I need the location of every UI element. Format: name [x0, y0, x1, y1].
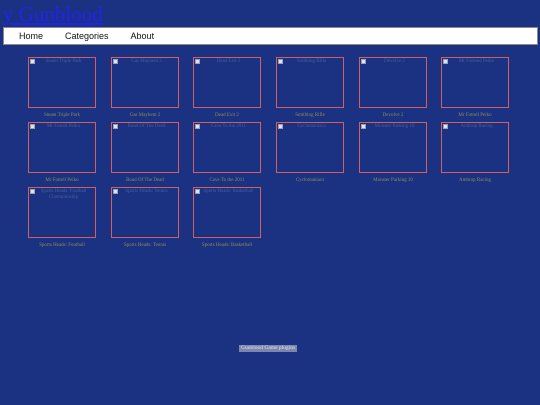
- nav-item-categories[interactable]: Categories: [65, 28, 109, 44]
- game-thumbnail[interactable]: Sports Heads: Tennis: [111, 187, 179, 238]
- game-tile: Smithing Rifle Smithing Rifle: [276, 57, 359, 119]
- game-title-link[interactable]: Smithing Rifle: [276, 112, 344, 119]
- game-thumbnail[interactable]: Gas Mayhem 2: [111, 57, 179, 108]
- broken-image-icon: [278, 59, 283, 64]
- top-navigation-bar: Home Categories About: [3, 27, 538, 45]
- game-tile: Cave To the 2011 Cave To the 2011: [193, 122, 276, 184]
- game-thumbnail[interactable]: Smithing Rifle: [276, 57, 344, 108]
- thumbnail-alt-text: Dead Exit 2: [216, 59, 241, 64]
- game-title-link[interactable]: Mr Fotrell Peiko: [28, 177, 96, 184]
- game-thumbnail[interactable]: Cyclomaniacs: [276, 122, 344, 173]
- nav-item-about[interactable]: About: [131, 28, 155, 44]
- game-title-link[interactable]: Dead Exit 2: [193, 112, 261, 119]
- game-tile: Mr Fotrell Peiko Mr Fotrell Peiko: [28, 122, 111, 184]
- game-tile: Sports Heads: Tennis Sports Heads: Tenni…: [111, 187, 194, 249]
- broken-image-icon: [195, 124, 200, 129]
- game-title-link[interactable]: Devolve 2: [359, 112, 427, 119]
- game-thumbnail[interactable]: Sports Heads: Football Championship: [28, 187, 96, 238]
- game-tile: Mr Formed Peiko Mr Fotrell Peiko: [441, 57, 524, 119]
- game-title-link[interactable]: Ambrop Racing: [441, 177, 509, 184]
- thumbnail-alt-text: Road Of The Dead: [127, 124, 166, 129]
- game-thumbnail[interactable]: Cave To the 2011: [193, 122, 261, 173]
- broken-image-icon: [361, 59, 366, 64]
- site-title-link[interactable]: y Gunblood: [3, 3, 103, 25]
- thumbnail-alt-text: Devolve 2: [384, 59, 405, 64]
- thumbnail-alt-text: Cyclomaniacs: [297, 124, 326, 129]
- game-thumbnail[interactable]: Steam Triple Park: [28, 57, 96, 108]
- thumbnail-alt-text: Smithing Rifle: [296, 59, 327, 64]
- game-tile: Gas Mayhem 2 Gas Mayhem 2: [111, 57, 194, 119]
- game-thumbnail[interactable]: Mr Fotrell Peiko: [28, 122, 96, 173]
- game-thumbnail[interactable]: Sports Heads: Basketball: [193, 187, 261, 238]
- broken-image-icon: [195, 189, 200, 194]
- broken-image-icon: [195, 59, 200, 64]
- game-title-link[interactable]: Road Of The Dead: [111, 177, 179, 184]
- thumbnail-alt-text: Ambrop Racing: [460, 124, 493, 129]
- broken-image-icon: [361, 124, 366, 129]
- thumbnail-alt-text: Mr Formed Peiko: [458, 59, 495, 64]
- game-thumbnail[interactable]: Devolve 2: [359, 57, 427, 108]
- game-tile: Cyclomaniacs Cyclomaniacs: [276, 122, 359, 184]
- game-title-link[interactable]: Gas Mayhem 2: [111, 112, 179, 119]
- broken-image-icon: [113, 124, 118, 129]
- broken-image-icon: [30, 189, 35, 194]
- game-title-link[interactable]: Mr Fotrell Peiko: [441, 112, 509, 119]
- broken-image-icon: [278, 124, 283, 129]
- game-thumbnail[interactable]: Ambrop Racing: [441, 122, 509, 173]
- game-tile: Monster Parking 10 Monster Parking 10: [359, 122, 442, 184]
- game-title-link[interactable]: Steam Triple Park: [28, 112, 96, 119]
- game-tile: Road Of The Dead Road Of The Dead: [111, 122, 194, 184]
- game-title-link[interactable]: Cave To the 2011: [193, 177, 261, 184]
- thumbnail-alt-text: Sports Heads: Football Championship: [40, 189, 87, 200]
- thumbnail-alt-text: Gas Mayhem 2: [131, 59, 162, 64]
- game-tile: Sports Heads: Football Championship Spor…: [28, 187, 111, 249]
- game-tile: Dead Exit 2 Dead Exit 2: [193, 57, 276, 119]
- footer-plugins-link[interactable]: Gunblood Game plugins: [239, 345, 298, 352]
- thumbnail-alt-text: Sports Heads: Tennis: [125, 189, 168, 194]
- broken-image-icon: [113, 189, 118, 194]
- game-thumbnail[interactable]: Road Of The Dead: [111, 122, 179, 173]
- thumbnail-alt-text: Steam Triple Park: [45, 59, 82, 64]
- site-title-text: y Gunblood: [3, 2, 103, 26]
- broken-image-icon: [30, 124, 35, 129]
- game-tile: Steam Triple Park Steam Triple Park: [28, 57, 111, 119]
- broken-image-icon: [30, 59, 35, 64]
- game-title-link[interactable]: Sports Heads: Tennis: [111, 242, 179, 249]
- broken-image-icon: [443, 124, 448, 129]
- game-title-link[interactable]: Sports Heads: Football: [28, 242, 96, 249]
- game-title-link[interactable]: Sports Heads: Basketball: [193, 242, 261, 249]
- thumbnail-alt-text: Cave To the 2011: [210, 124, 247, 129]
- game-title-link[interactable]: Cyclomaniacs: [276, 177, 344, 184]
- game-tile: Devolve 2 Devolve 2: [359, 57, 442, 119]
- game-thumbnail[interactable]: Monster Parking 10: [359, 122, 427, 173]
- game-tile: Ambrop Racing Ambrop Racing: [441, 122, 524, 184]
- game-tile: Sports Heads: Basketball Sports Heads: B…: [193, 187, 276, 249]
- broken-image-icon: [113, 59, 118, 64]
- thumbnail-alt-text: Monster Parking 10: [374, 124, 415, 129]
- thumbnail-alt-text: Mr Fotrell Peiko: [46, 124, 81, 129]
- game-thumbnail[interactable]: Dead Exit 2: [193, 57, 261, 108]
- broken-image-icon: [443, 59, 448, 64]
- nav-item-home[interactable]: Home: [19, 28, 43, 44]
- game-title-link[interactable]: Monster Parking 10: [359, 177, 427, 184]
- game-thumbnail[interactable]: Mr Formed Peiko: [441, 57, 509, 108]
- thumbnail-alt-text: Sports Heads: Basketball: [203, 189, 254, 194]
